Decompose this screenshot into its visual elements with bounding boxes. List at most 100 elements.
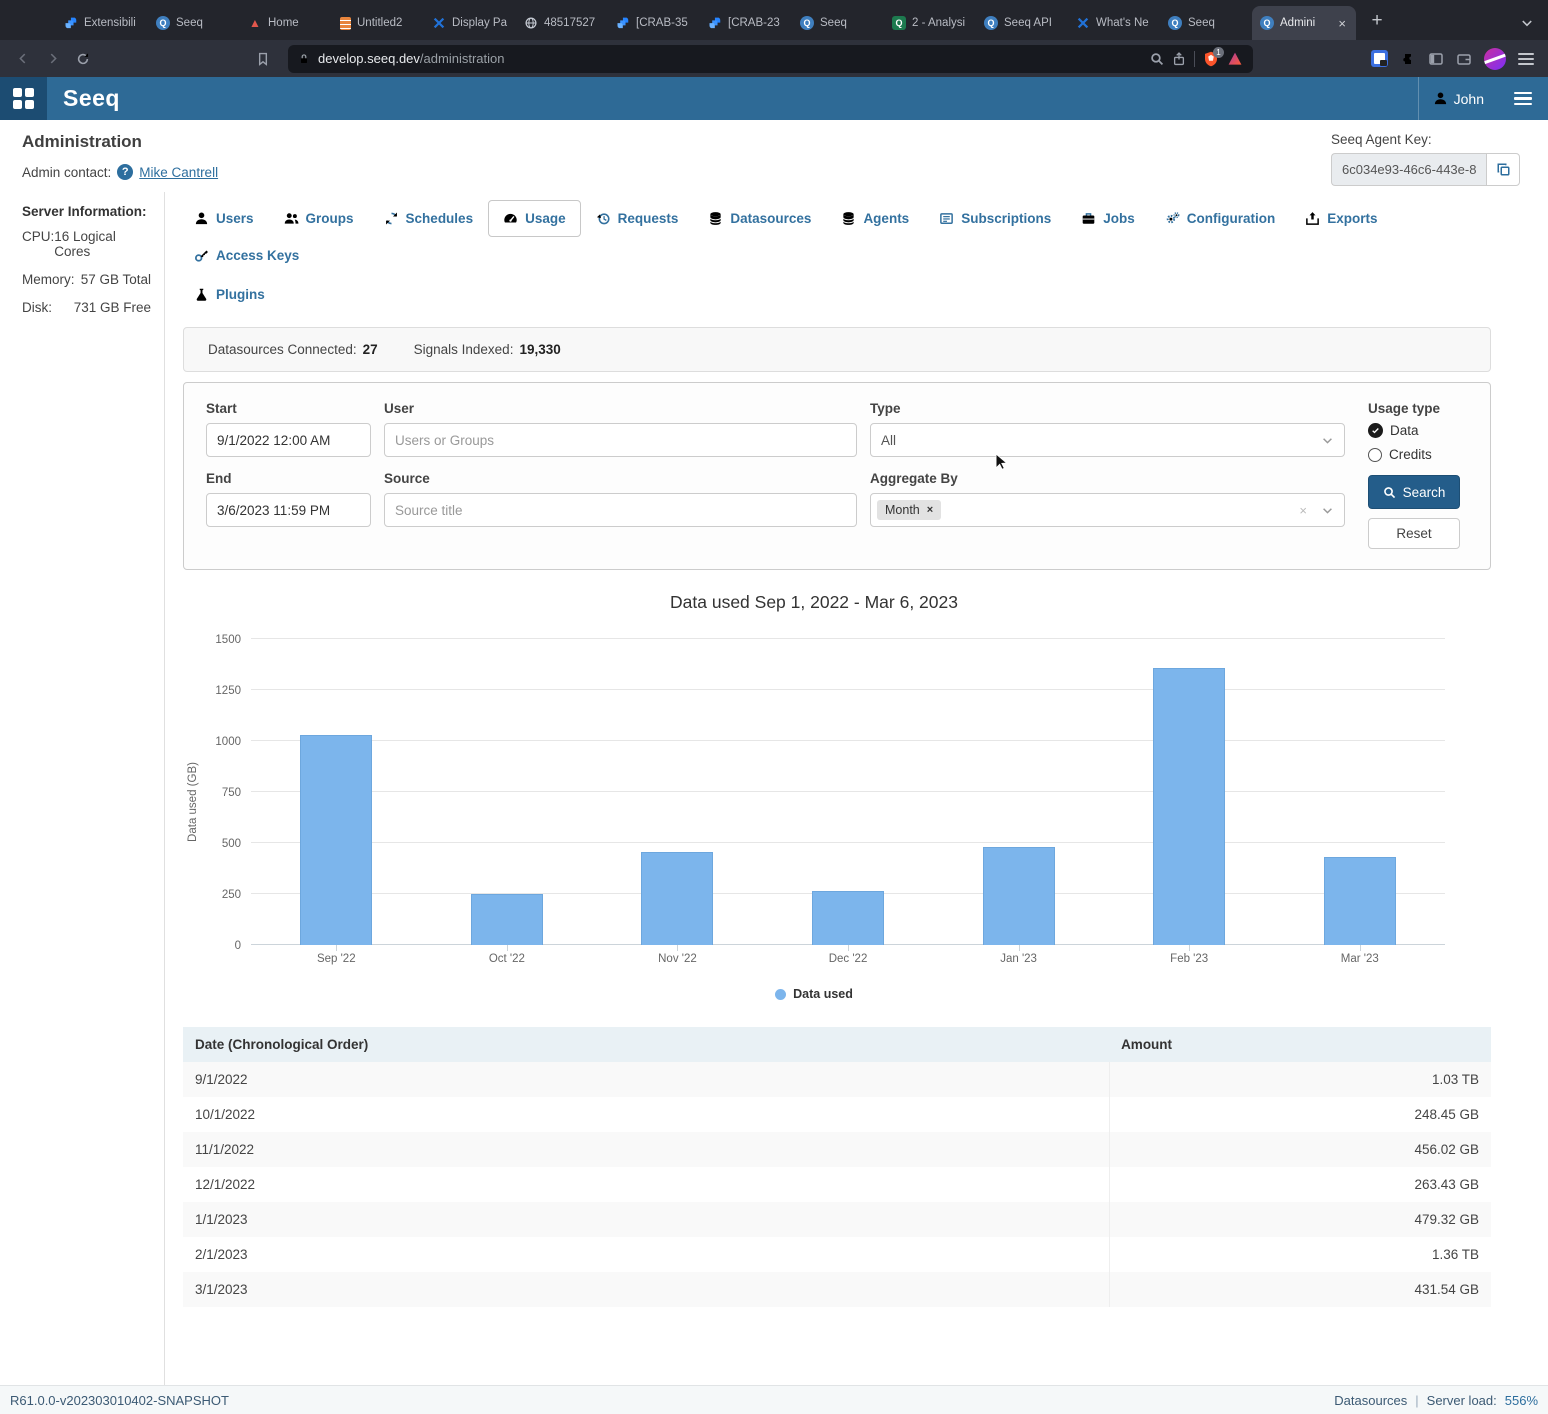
tab-title: Seeq API	[1004, 17, 1060, 29]
browser-tabs: ExtensibiliQSeeq▲HomeUntitled2Display Pa…	[56, 6, 1356, 40]
tab-subscriptions[interactable]: Subscriptions	[924, 200, 1066, 237]
clear-selection-icon[interactable]: ×	[1299, 503, 1307, 518]
back-button[interactable]	[10, 46, 36, 72]
agent-key-label: Seeq Agent Key:	[1331, 132, 1520, 147]
table-row[interactable]: 1/1/2023479.32 GB	[183, 1202, 1491, 1237]
nav-hamburger-menu[interactable]	[1498, 77, 1548, 120]
usage-type-radio-credits[interactable]: Credits	[1368, 447, 1460, 462]
chart-legend[interactable]: Data used	[183, 987, 1445, 1001]
browser-tab[interactable]: [CRAB-23	[700, 6, 792, 40]
table-row[interactable]: 2/1/20231.36 TB	[183, 1237, 1491, 1272]
tab-label: Usage	[525, 211, 566, 226]
forward-button[interactable]	[40, 46, 66, 72]
browser-tab[interactable]: Extensibili	[56, 6, 148, 40]
tab-close-icon[interactable]: ×	[1336, 16, 1348, 31]
bar-Mar '23[interactable]	[1324, 857, 1396, 945]
browser-tab[interactable]: Untitled2	[332, 6, 424, 40]
copy-agent-key-button[interactable]	[1486, 153, 1520, 186]
browser-menu-icon[interactable]	[1518, 53, 1534, 65]
end-date-input[interactable]	[206, 493, 371, 527]
puzzle-extensions-icon[interactable]	[1400, 51, 1416, 67]
browser-tab[interactable]: What's Ne	[1068, 6, 1160, 40]
tab-usage[interactable]: Usage	[488, 200, 581, 237]
zoom-page-icon[interactable]	[1150, 52, 1164, 66]
browser-tab[interactable]: ▲Home	[240, 6, 332, 40]
amount-column-header[interactable]: Amount	[1109, 1027, 1491, 1062]
share-icon[interactable]	[1172, 52, 1186, 66]
user-filter-input[interactable]	[384, 423, 857, 457]
profile-avatar[interactable]	[1484, 48, 1506, 70]
sidebar-toggle-icon[interactable]	[1428, 51, 1444, 67]
apps-grid-button[interactable]	[0, 77, 47, 120]
user-menu[interactable]: John	[1418, 77, 1498, 120]
footer-datasources-link[interactable]: Datasources	[1334, 1393, 1407, 1408]
date-column-header[interactable]: Date (Chronological Order)	[183, 1027, 1109, 1062]
bar-Oct '22[interactable]	[471, 894, 543, 945]
sync-icon	[384, 211, 399, 226]
new-tab-button[interactable]: +	[1362, 6, 1392, 36]
table-row[interactable]: 3/1/2023431.54 GB	[183, 1272, 1491, 1307]
brave-leo-icon[interactable]	[1227, 51, 1243, 67]
admin-contact-label: Admin contact:	[22, 165, 111, 180]
tab-users[interactable]: Users	[179, 200, 269, 237]
table-row[interactable]: 10/1/2022248.45 GB	[183, 1097, 1491, 1132]
tab-plugins[interactable]: Plugins	[179, 276, 280, 313]
tab-access-keys[interactable]: Access Keys	[179, 237, 314, 274]
tab-label: Access Keys	[216, 248, 299, 263]
bookmark-icon[interactable]	[250, 46, 276, 72]
x-tick	[848, 945, 849, 951]
tab-agents[interactable]: Agents	[826, 200, 924, 237]
browser-tab[interactable]: Display Pa	[424, 6, 516, 40]
usage-type-radio-data[interactable]: Data	[1368, 423, 1460, 438]
tab-datasources[interactable]: Datasources	[693, 200, 826, 237]
browser-tab[interactable]: QSeeq	[1160, 6, 1252, 40]
chart-plot-area: 0250500750100012501500	[251, 639, 1445, 945]
source-filter-input[interactable]	[384, 493, 857, 527]
brave-wallet-icon[interactable]	[1456, 51, 1472, 67]
browser-tab[interactable]: [CRAB-35	[608, 6, 700, 40]
tab-jobs[interactable]: Jobs	[1066, 200, 1150, 237]
amount-cell: 1.36 TB	[1109, 1237, 1491, 1272]
tab-schedules[interactable]: Schedules	[369, 200, 489, 237]
aggregate-chip: Month×	[877, 500, 941, 520]
bar-Feb '23[interactable]	[1153, 668, 1225, 945]
wallet-lock-extension-icon[interactable]	[1371, 50, 1388, 67]
bar-Nov '22[interactable]	[641, 852, 713, 945]
browser-tab-active[interactable]: QAdmini×	[1252, 6, 1356, 40]
usage-table: Date (Chronological Order) Amount 9/1/20…	[183, 1027, 1491, 1307]
table-row[interactable]: 12/1/2022263.43 GB	[183, 1167, 1491, 1202]
admin-contact-link[interactable]: Mike Cantrell	[139, 165, 218, 180]
tab-exports[interactable]: Exports	[1290, 200, 1392, 237]
table-row[interactable]: 11/1/2022456.02 GB	[183, 1132, 1491, 1167]
address-bar[interactable]: develop.seeq.dev/administration 1	[288, 45, 1253, 73]
agent-key-input[interactable]	[1331, 153, 1486, 186]
y-tick-label: 0	[235, 940, 241, 952]
table-header-row: Date (Chronological Order) Amount	[183, 1027, 1491, 1062]
browser-tab[interactable]: QSeeq	[792, 6, 884, 40]
search-button[interactable]: Search	[1368, 475, 1460, 509]
tab-requests[interactable]: Requests	[581, 200, 694, 237]
tab-configuration[interactable]: Configuration	[1150, 200, 1290, 237]
tab-groups[interactable]: Groups	[269, 200, 369, 237]
tab-title: Home	[268, 17, 324, 29]
tab-label: Users	[216, 211, 254, 226]
aggregate-by-select[interactable]: Month× ×	[870, 493, 1345, 527]
browser-tab[interactable]: QSeeq API	[976, 6, 1068, 40]
reload-button[interactable]	[70, 46, 96, 72]
server-load-value[interactable]: 556%	[1505, 1393, 1538, 1408]
tab-list-chevron-icon[interactable]	[1520, 16, 1534, 30]
start-date-input[interactable]	[206, 423, 371, 457]
type-select[interactable]: All	[870, 423, 1345, 457]
amount-cell: 263.43 GB	[1109, 1167, 1491, 1202]
server-info-label: CPU:	[22, 229, 54, 259]
bar-Jan '23[interactable]	[983, 847, 1055, 945]
reset-button[interactable]: Reset	[1368, 518, 1460, 549]
table-row[interactable]: 9/1/20221.03 TB	[183, 1062, 1491, 1097]
bar-Dec '22[interactable]	[812, 891, 884, 945]
brave-shield-icon[interactable]: 1	[1203, 51, 1219, 67]
browser-tab[interactable]: Q2 - Analysi	[884, 6, 976, 40]
chip-remove-icon[interactable]: ×	[927, 504, 933, 516]
browser-tab[interactable]: 48517527	[516, 6, 608, 40]
browser-tab[interactable]: QSeeq	[148, 6, 240, 40]
bar-Sep '22[interactable]	[300, 735, 372, 945]
